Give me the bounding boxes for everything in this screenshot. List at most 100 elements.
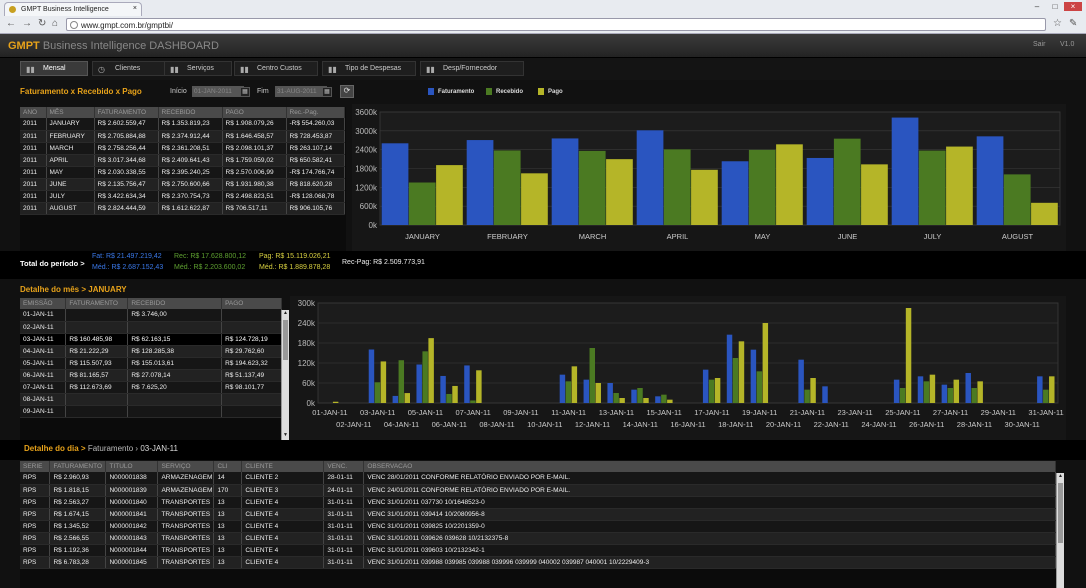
table-row[interactable]: 09-JAN-11 xyxy=(20,405,282,418)
column-header[interactable]: MÊS xyxy=(46,107,95,118)
section-title-detalhe-dia: Detalhe do dia > Faturamento › 03-JAN-11 xyxy=(24,444,178,453)
table-row[interactable]: 08-JAN-11 xyxy=(20,393,282,406)
tab-mensal[interactable]: ▮▮ Mensal xyxy=(20,61,88,76)
column-header[interactable]: ANO xyxy=(20,107,47,118)
table-row[interactable]: 2011 APRIL R$ 3.017.344,68 R$ 2.409.641,43 R… xyxy=(20,154,345,167)
tab-servicos[interactable]: ▮▮ Serviços xyxy=(164,61,232,76)
avg-pag: Méd.: R$ 1.889.878,28 xyxy=(259,264,331,271)
column-header[interactable]: RECEBIDO xyxy=(158,107,223,118)
table-cell: 01-JAN-11 xyxy=(20,309,67,322)
refresh-button[interactable]: ⟳ xyxy=(340,85,354,98)
calendar-icon[interactable]: ▦ xyxy=(240,87,250,97)
table-row[interactable]: 02-JAN-11 xyxy=(20,321,282,334)
table-row[interactable]: 2011 FEBRUARY R$ 2.705.884,88 R$ 2.374.912,… xyxy=(20,130,345,143)
table-cell: CLIENTE 4 xyxy=(241,496,325,509)
wrench-icon[interactable]: ✎ xyxy=(1069,18,1077,29)
tab-centro-custos[interactable]: ▮▮ Centro Custos xyxy=(234,61,318,76)
column-header[interactable]: FATURAMENTO xyxy=(49,461,107,472)
browser-tab[interactable]: GMPT Business Intelligence × xyxy=(4,2,142,16)
x-tick-label: 11-JAN-11 xyxy=(551,408,586,417)
table-cell: VENC 24/01/2011 CONFORME RELATÓRIO ENVIA… xyxy=(363,484,1056,497)
x-tick-label: JUNE xyxy=(838,232,858,241)
close-tab-icon[interactable]: × xyxy=(133,5,137,12)
table-row[interactable]: 2011 JANUARY R$ 2.602.559,47 R$ 1.353.819,2… xyxy=(20,118,345,131)
table-row[interactable]: 2011 MAY R$ 2.030.338,55 R$ 2.395.240,25 R$ … xyxy=(20,166,345,179)
table-row[interactable]: 07-JAN-11 R$ 112.673,69 R$ 7.625,20 R$ 98.1… xyxy=(20,381,282,394)
table-row[interactable]: 05-JAN-11 R$ 115.507,93 R$ 155.013,61 R$ 19… xyxy=(20,357,282,370)
table-row[interactable]: RPS R$ 6.783,28 N000001845 TRANSPORTES 13 CLI… xyxy=(20,556,1056,569)
daily-chart: 0k 60k 120k 180k 240k 300k 01-JAN-11 02-JAN-11 0… xyxy=(290,296,1066,440)
end-date-input[interactable]: 31-AUG-2011 xyxy=(275,86,327,97)
column-header[interactable]: OBSERVACAO xyxy=(363,461,1056,472)
table-row[interactable]: 2011 AUGUST R$ 2.824.444,59 R$ 1.612.622,87… xyxy=(20,202,345,215)
column-header[interactable]: CLIENTE xyxy=(241,461,325,472)
table-row[interactable]: RPS R$ 1.674,15 N000001841 TRANSPORTES 13 CLI… xyxy=(20,508,1056,521)
scroll-thumb[interactable] xyxy=(283,320,288,360)
scroll-up-icon[interactable]: ▲ xyxy=(282,310,289,318)
address-bar[interactable]: www.gmpt.com.br/gmptbi/ xyxy=(66,18,1046,31)
table-cell: R$ 1.818,15 xyxy=(49,484,107,497)
scroll-up-icon[interactable]: ▲ xyxy=(1057,473,1064,481)
table-row[interactable]: RPS R$ 1.345,52 N000001842 TRANSPORTES 13 CLI… xyxy=(20,520,1056,533)
calendar-icon[interactable]: ▦ xyxy=(322,87,332,97)
column-header[interactable]: Rec.-Pag. xyxy=(286,107,345,118)
daily-table: EMISSÃO FATURAMENTO RECEBIDO PAGO 01-JAN-11 R… xyxy=(20,298,282,440)
legend-label: Recebido xyxy=(496,89,524,96)
column-header[interactable]: RECEBIDO xyxy=(127,298,223,309)
table-row[interactable]: RPS R$ 2.566,55 N000001843 TRANSPORTES 13 CLI… xyxy=(20,532,1056,545)
table-row[interactable]: 03-JAN-11 R$ 160.485,98 R$ 62.163,15 R$ 124… xyxy=(20,333,282,346)
column-header[interactable]: VENC. xyxy=(323,461,365,472)
table-row[interactable]: RPS R$ 1.818,15 N000001839 ARMAZENAGEM 170 CL… xyxy=(20,484,1056,497)
table-cell: 04-JAN-11 xyxy=(20,345,67,358)
tab-desp-fornecedor[interactable]: ▮▮ Desp/Fornecedor xyxy=(420,61,524,76)
table-cell: RPS xyxy=(20,472,51,485)
column-header[interactable]: PAGO xyxy=(222,107,287,118)
column-header[interactable]: PAGO xyxy=(221,298,282,309)
table-row[interactable]: 2011 JULY R$ 3.422.634,34 R$ 2.370.754,73 R$… xyxy=(20,190,345,203)
table-cell: ARMAZENAGEM xyxy=(157,484,215,497)
minimize-icon[interactable]: – xyxy=(1028,2,1046,11)
reload-icon[interactable]: ↻ xyxy=(38,18,46,29)
start-date-input[interactable]: 01-JAN-2011 xyxy=(192,86,244,97)
forward-icon[interactable]: → xyxy=(22,18,32,29)
table-cell: -R$ 174.766,74 xyxy=(286,166,345,179)
table-cell: -R$ 554.260,03 xyxy=(286,118,345,131)
home-icon[interactable]: ⌂ xyxy=(52,18,58,29)
column-header[interactable]: FATURAMENTO xyxy=(65,298,129,309)
x-tick-label: 05-JAN-11 xyxy=(408,408,443,417)
close-window-icon[interactable]: × xyxy=(1064,2,1082,11)
table-row[interactable]: 01-JAN-11 R$ 3.746,00 xyxy=(20,309,282,322)
table-row[interactable]: 2011 MARCH R$ 2.758.256,44 R$ 2.361.208,51 R… xyxy=(20,142,345,155)
column-header[interactable]: SERIE xyxy=(20,461,51,472)
table-cell: 2011 xyxy=(20,154,47,167)
bar-faturamento xyxy=(822,386,828,403)
column-header[interactable]: SERVIÇO xyxy=(157,461,215,472)
bar-pago xyxy=(332,401,339,403)
table-row[interactable]: 06-JAN-11 R$ 81.165,57 R$ 27.078,14 R$ 51.1… xyxy=(20,369,282,382)
end-label: Fim xyxy=(257,88,269,95)
exit-link[interactable]: Sair xyxy=(1033,41,1045,48)
scroll-down-icon[interactable]: ▼ xyxy=(282,432,289,440)
table-cell: 2011 xyxy=(20,190,47,203)
star-icon[interactable]: ☆ xyxy=(1053,18,1062,29)
table-cell: 2011 xyxy=(20,118,47,131)
table-row[interactable]: RPS R$ 1.192,36 N000001844 TRANSPORTES 13 CLI… xyxy=(20,544,1056,557)
table-cell: 14 xyxy=(213,472,243,485)
column-header[interactable]: EMISSÃO xyxy=(20,298,67,309)
scroll-thumb[interactable] xyxy=(1058,483,1063,543)
column-header[interactable]: TITULO xyxy=(105,461,159,472)
tab-tipo-despesas[interactable]: ▮▮ Tipo de Despesas xyxy=(322,61,416,76)
table-cell: R$ 906.105,76 xyxy=(286,202,345,215)
bar-faturamento xyxy=(806,157,834,225)
table-row[interactable]: RPS R$ 2.960,93 N000001838 ARMAZENAGEM 14 CLI… xyxy=(20,472,1056,485)
table-row[interactable]: 2011 JUNE R$ 2.135.756,47 R$ 2.750.600,66 R$… xyxy=(20,178,345,191)
total-rec: Rec: R$ 17.628.800,12 xyxy=(174,253,246,260)
maximize-icon[interactable]: □ xyxy=(1046,2,1064,11)
table-row[interactable]: RPS R$ 2.563,27 N000001840 TRANSPORTES 13 CLI… xyxy=(20,496,1056,509)
daily-scrollbar[interactable]: ▲ ▼ xyxy=(281,310,289,440)
column-header[interactable]: CLI xyxy=(213,461,243,472)
column-header[interactable]: FATURAMENTO xyxy=(94,107,159,118)
detail-scrollbar[interactable]: ▲ xyxy=(1056,473,1064,588)
table-row[interactable]: 04-JAN-11 R$ 21.222,29 R$ 128.285,38 R$ 29.… xyxy=(20,345,282,358)
back-icon[interactable]: ← xyxy=(6,18,16,29)
